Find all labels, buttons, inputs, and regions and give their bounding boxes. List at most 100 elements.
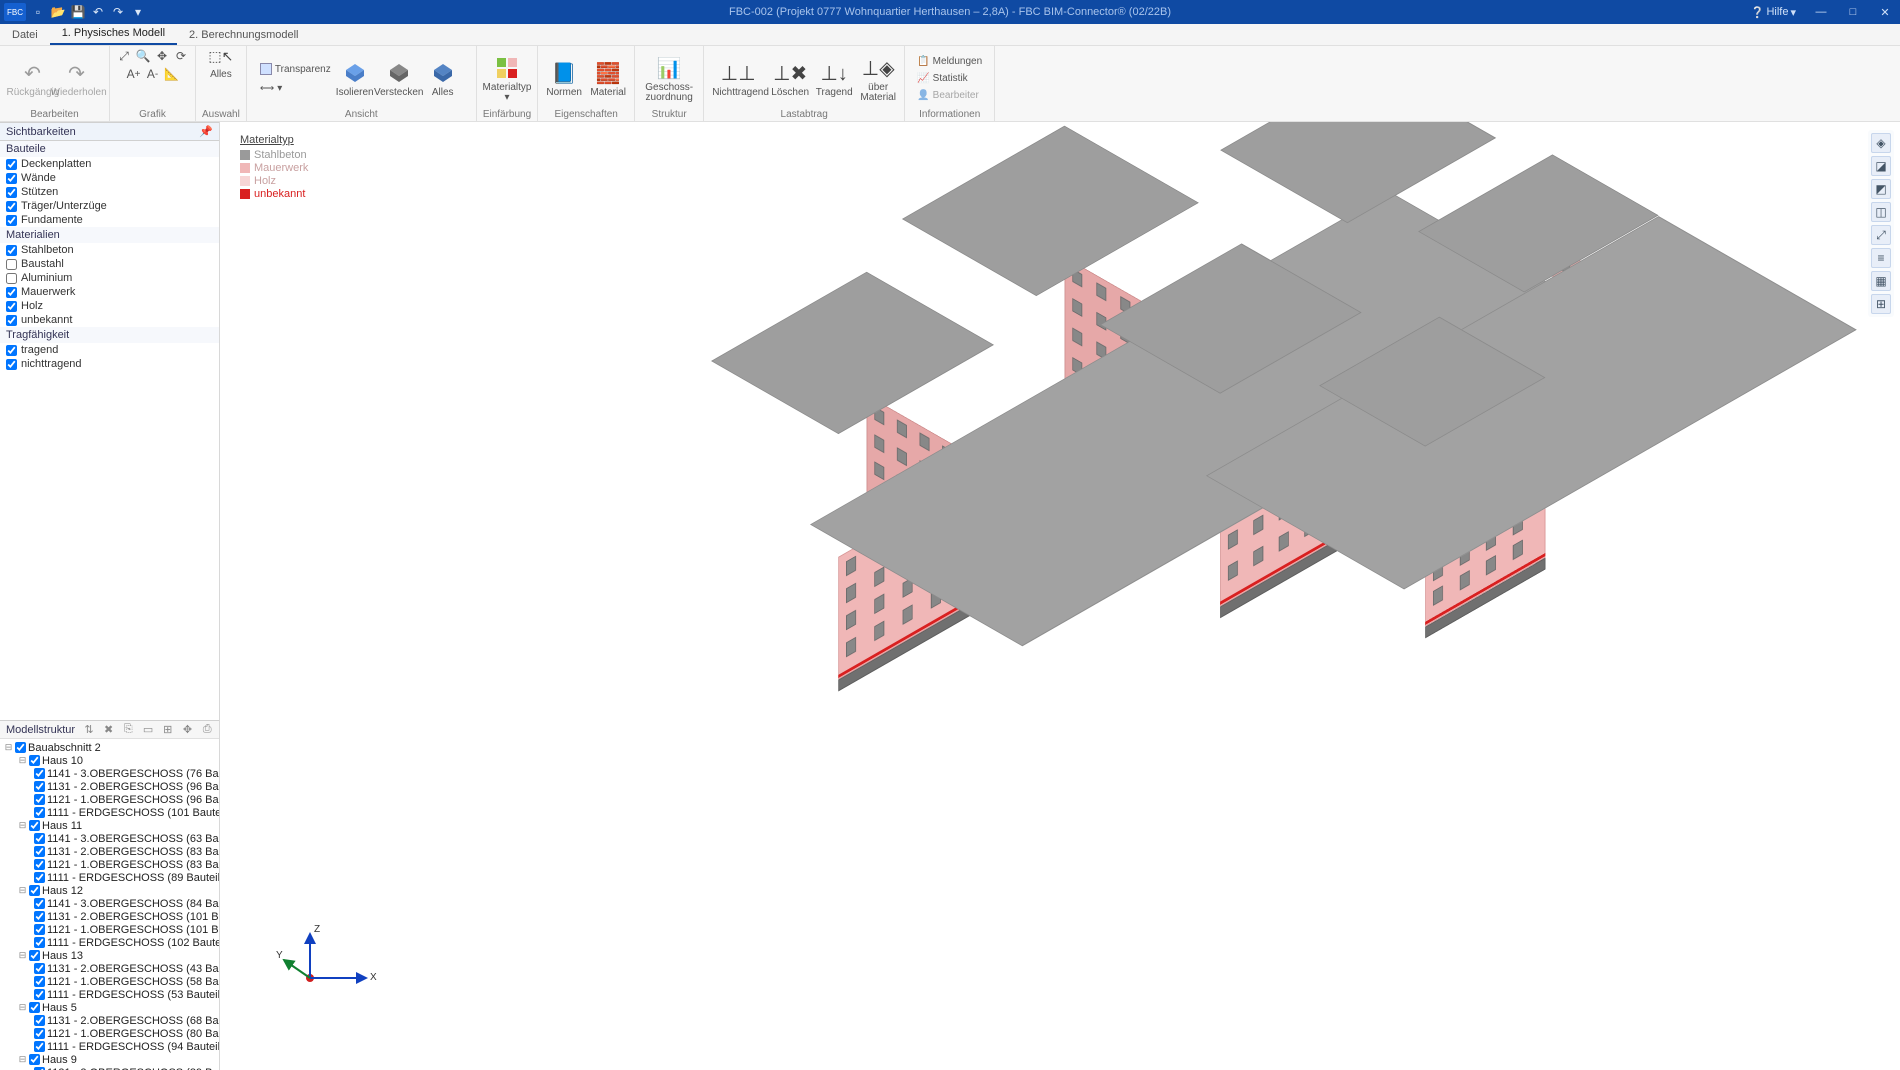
visibility-checkbox[interactable] <box>6 201 17 212</box>
tree-checkbox[interactable] <box>34 1028 45 1039</box>
non-bearing-button[interactable]: ⊥⊥Nichttragend <box>710 59 766 98</box>
font-aminus-icon[interactable]: A- <box>145 66 161 82</box>
view-persp-icon[interactable]: ◈ <box>1871 133 1891 153</box>
tree-node[interactable]: 1111 - ERDGESCHOSS (94 Bauteile) <box>0 1040 219 1053</box>
tree-node[interactable]: ⊟Haus 13 <box>0 949 219 962</box>
tree-checkbox[interactable] <box>34 781 45 792</box>
view-fit-icon[interactable]: ⤢ <box>1871 225 1891 245</box>
visibility-item[interactable]: Stützen <box>0 185 219 199</box>
transparency-toggle[interactable]: Transparenz <box>260 61 331 77</box>
tab-physical-model[interactable]: 1. Physisches Modell <box>50 23 177 45</box>
struct-tool6-icon[interactable]: ✥ <box>182 723 194 737</box>
qat-new-icon[interactable]: ▫ <box>30 4 46 20</box>
tree-checkbox[interactable] <box>34 976 45 987</box>
tree-checkbox[interactable] <box>34 937 45 948</box>
tab-file[interactable]: Datei <box>0 25 50 45</box>
visibility-item[interactable]: Aluminium <box>0 271 219 285</box>
view-grid-icon[interactable]: ⊞ <box>1871 294 1891 314</box>
qat-more-icon[interactable]: ▾ <box>130 4 146 20</box>
minimize-button[interactable]: — <box>1806 0 1836 24</box>
tree-node[interactable]: 1131 - 2.OBERGESCHOSS (68 Bauteile) <box>0 1014 219 1027</box>
tree-checkbox[interactable] <box>29 1002 40 1013</box>
tree-checkbox[interactable] <box>34 924 45 935</box>
tree-checkbox[interactable] <box>34 768 45 779</box>
select-all-button[interactable]: Alles <box>213 66 229 82</box>
app-logo[interactable]: FBC <box>4 3 26 21</box>
redo-button[interactable]: ↷Wiederholen <box>57 59 97 98</box>
visibility-checkbox[interactable] <box>6 315 17 326</box>
selection-dim-toggle[interactable]: ⟷▾ <box>260 80 282 96</box>
tree-node[interactable]: 1131 - 2.OBERGESCHOSS (43 Bauteile) <box>0 962 219 975</box>
tree-checkbox[interactable] <box>29 755 40 766</box>
tree-node[interactable]: 1121 - 1.OBERGESCHOSS (101 Bauteile) <box>0 923 219 936</box>
tree-checkbox[interactable] <box>34 963 45 974</box>
tab-computation-model[interactable]: 2. Berechnungsmodell <box>177 25 310 45</box>
close-button[interactable]: ✕ <box>1870 0 1900 24</box>
tree-node[interactable]: 1111 - ERDGESCHOSS (101 Bauteile) <box>0 806 219 819</box>
tree-checkbox[interactable] <box>15 742 26 753</box>
visibility-checkbox[interactable] <box>6 245 17 256</box>
visibility-item[interactable]: Holz <box>0 299 219 313</box>
codes-button[interactable]: 📘Normen <box>544 59 584 98</box>
visibility-item[interactable]: Deckenplatten <box>0 157 219 171</box>
tree-checkbox[interactable] <box>34 1015 45 1026</box>
pin-icon[interactable]: 📌 <box>199 125 213 138</box>
show-all-button[interactable]: Alles <box>423 59 463 98</box>
orbit-icon[interactable]: ⟳ <box>173 48 189 64</box>
struct-tool4-icon[interactable]: ▭ <box>142 723 154 737</box>
tree-node[interactable]: ⊟Haus 11 <box>0 819 219 832</box>
qat-save-icon[interactable]: 💾 <box>70 4 86 20</box>
tree-checkbox[interactable] <box>34 989 45 1000</box>
struct-tool1-icon[interactable]: ⇅ <box>83 723 95 737</box>
messages-button[interactable]: 📋Meldungen <box>917 54 982 70</box>
materialtype-button[interactable]: Materialtyp ▾ <box>487 54 527 103</box>
tree-checkbox[interactable] <box>34 911 45 922</box>
tree-node[interactable]: 1121 - 1.OBERGESCHOSS (80 Bauteile) <box>0 1027 219 1040</box>
tree-node[interactable]: ⊟Haus 5 <box>0 1001 219 1014</box>
tree-checkbox[interactable] <box>29 950 40 961</box>
floor-assignment-button[interactable]: 📊Geschoss- zuordnung <box>641 54 697 103</box>
view-wire-icon[interactable]: ≡ <box>1871 248 1891 268</box>
visibility-checkbox[interactable] <box>6 301 17 312</box>
tree-checkbox[interactable] <box>34 872 45 883</box>
tree-node[interactable]: 1111 - ERDGESCHOSS (102 Bauteile) <box>0 936 219 949</box>
pointer-button[interactable]: ⬚↖ <box>205 48 237 64</box>
tree-checkbox[interactable] <box>34 859 45 870</box>
visibility-checkbox[interactable] <box>6 159 17 170</box>
visibility-checkbox[interactable] <box>6 259 17 270</box>
struct-tool2-icon[interactable]: ✖ <box>103 723 115 737</box>
pan-icon[interactable]: ✥ <box>154 48 170 64</box>
tree-node[interactable]: ⊟Bauabschnitt 2 <box>0 741 219 754</box>
tree-node[interactable]: 1141 - 3.OBERGESCHOSS (84 Bauteile) <box>0 897 219 910</box>
view-iso3-icon[interactable]: ◫ <box>1871 202 1891 222</box>
viewport-3d[interactable]: Materialtyp StahlbetonMauerwerkHolzunbek… <box>220 122 1900 1070</box>
visibility-checkbox[interactable] <box>6 173 17 184</box>
zoom-window-icon[interactable]: 🔍 <box>135 48 151 64</box>
tree-node[interactable]: 1131 - 2.OBERGESCHOSS (83 Bauteile) <box>0 845 219 858</box>
visibility-item[interactable]: Wände <box>0 171 219 185</box>
visibility-panel-header[interactable]: Sichtbarkeiten📌 <box>0 122 219 141</box>
visibility-checkbox[interactable] <box>6 345 17 356</box>
tree-node[interactable]: ⊟Haus 9 <box>0 1053 219 1066</box>
tree-node[interactable]: 1131 - 2.OBERGESCHOSS (96 Bauteile) <box>0 780 219 793</box>
hide-button[interactable]: Verstecken <box>379 59 419 98</box>
editor-button[interactable]: 👤Bearbeiter <box>917 88 979 104</box>
measure-icon[interactable]: 📐 <box>164 66 180 82</box>
tree-node[interactable]: 1121 - 1.OBERGESCHOSS (58 Bauteile) <box>0 975 219 988</box>
qat-undo-icon[interactable]: ↶ <box>90 4 106 20</box>
visibility-item[interactable]: Baustahl <box>0 257 219 271</box>
tree-node[interactable]: 1111 - ERDGESCHOSS (53 Bauteile) <box>0 988 219 1001</box>
struct-tool7-icon[interactable]: ⎙ <box>201 723 213 737</box>
visibility-checkbox[interactable] <box>6 273 17 284</box>
visibility-checkbox[interactable] <box>6 215 17 226</box>
visibility-item[interactable]: Stahlbeton <box>0 243 219 257</box>
zoom-extents-icon[interactable]: ⤢ <box>116 48 132 64</box>
view-shade-icon[interactable]: ▦ <box>1871 271 1891 291</box>
tree-node[interactable]: ⊟Haus 12 <box>0 884 219 897</box>
undo-button[interactable]: ↶Rückgängig <box>13 59 53 98</box>
tree-checkbox[interactable] <box>29 820 40 831</box>
visibility-checkbox[interactable] <box>6 359 17 370</box>
visibility-checkbox[interactable] <box>6 187 17 198</box>
isolate-button[interactable]: Isolieren <box>335 59 375 98</box>
tree-checkbox[interactable] <box>34 794 45 805</box>
